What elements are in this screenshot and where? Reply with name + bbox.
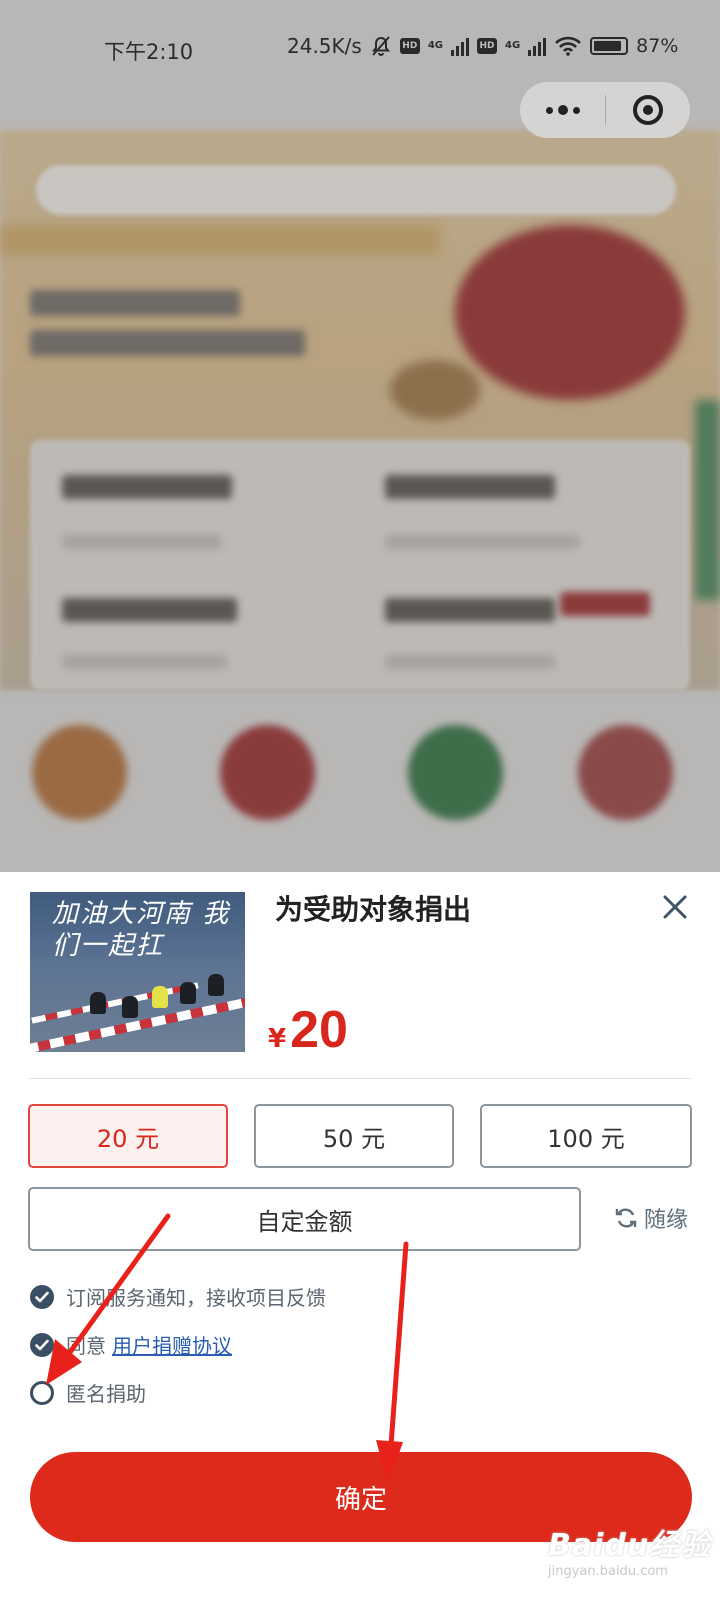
currency-symbol: ¥ <box>268 1024 287 1054</box>
blurred-card-line <box>62 598 237 622</box>
agreement-prefix: 同意 <box>66 1334 106 1358</box>
donation-sheet: 加油大河南 我们一起扛 为受助对象捐出 ¥ 20 20 元 50 元 100 元… <box>0 872 720 1600</box>
blurred-card-sub <box>62 535 222 549</box>
blurred-flower-leaf <box>390 360 480 420</box>
hd-icon: HD <box>476 38 497 54</box>
blurred-card-sub <box>385 535 580 549</box>
more-dots-icon[interactable] <box>520 82 605 138</box>
random-amount-label: 随缘 <box>644 1208 689 1233</box>
blurred-category-icon <box>408 725 503 820</box>
random-amount-button[interactable]: 随缘 <box>614 1202 688 1234</box>
subscribe-option[interactable]: 订阅服务通知，接收项目反馈 <box>30 1282 326 1311</box>
sheet-title: 为受助对象捐出 <box>275 893 472 926</box>
blurred-category-icon <box>32 725 127 820</box>
mute-bell-icon <box>371 36 390 56</box>
divider <box>28 1078 692 1079</box>
amount-option-50[interactable]: 50 元 <box>254 1104 454 1168</box>
blurred-flower <box>455 225 685 400</box>
subscribe-label: 订阅服务通知，接收项目反馈 <box>66 1286 326 1310</box>
amount-option-20[interactable]: 20 元 <box>28 1104 228 1168</box>
image-figure <box>90 992 106 1014</box>
hd-icon: HD <box>399 38 420 54</box>
blurred-category-icon <box>578 725 673 820</box>
battery-icon <box>590 37 629 55</box>
network-speed: 24.5K/s <box>287 34 362 58</box>
blurred-heading <box>30 290 240 316</box>
donation-price: ¥ 20 <box>268 1000 348 1060</box>
checked-circle-icon <box>30 1332 54 1357</box>
signal-icon <box>528 36 547 56</box>
image-figure <box>152 986 168 1008</box>
watermark-url: jingyan.baidu.com <box>548 1564 668 1579</box>
close-icon[interactable] <box>660 892 690 922</box>
custom-amount-button[interactable]: 自定金额 <box>28 1187 581 1251</box>
blurred-card-sub <box>385 655 555 669</box>
blurred-card-line <box>385 598 555 622</box>
blurred-card-tag <box>560 592 650 616</box>
anonymous-option[interactable]: 匿名捐助 <box>30 1378 146 1407</box>
blurred-side-decor <box>695 400 720 600</box>
network-type-label: 4G <box>504 40 521 51</box>
status-indicators: 24.5K/s HD 4G HD 4G 87% <box>287 34 678 58</box>
refresh-icon <box>615 1208 637 1228</box>
price-value: 20 <box>290 1001 348 1059</box>
unchecked-circle-icon <box>30 1380 54 1405</box>
agreement-option[interactable]: 同意 用户捐赠协议 <box>30 1330 232 1359</box>
baidu-watermark: Baidu经验 jingyan.baidu.com <box>548 1520 718 1590</box>
checked-circle-icon <box>30 1284 54 1309</box>
network-type-label: 4G <box>427 40 443 51</box>
battery-percent: 87% <box>636 35 679 57</box>
target-close-icon[interactable] <box>606 82 690 138</box>
amount-option-100[interactable]: 100 元 <box>480 1104 692 1168</box>
blurred-category-icon <box>220 725 315 820</box>
blurred-card-line <box>385 475 555 499</box>
project-image-caption: 加油大河南 我们一起扛 <box>52 899 231 961</box>
image-figure <box>180 982 196 1004</box>
blurred-card-line <box>62 475 232 499</box>
donation-agreement-link[interactable]: 用户捐赠协议 <box>112 1330 232 1359</box>
image-figure <box>208 974 224 996</box>
blurred-subheading <box>30 330 305 356</box>
status-time: 下午2:10 <box>104 40 194 64</box>
anonymous-label: 匿名捐助 <box>66 1382 146 1406</box>
signal-icon <box>450 36 469 56</box>
wifi-icon <box>555 36 582 56</box>
miniprogram-capsule <box>520 82 690 138</box>
project-image: 加油大河南 我们一起扛 <box>30 892 245 1052</box>
image-figure <box>122 996 138 1018</box>
blurred-card-sub <box>62 655 227 669</box>
blurred-strip <box>0 225 440 255</box>
watermark-brand: Baidu经验 <box>548 1528 712 1563</box>
blurred-search-bar <box>36 165 676 215</box>
